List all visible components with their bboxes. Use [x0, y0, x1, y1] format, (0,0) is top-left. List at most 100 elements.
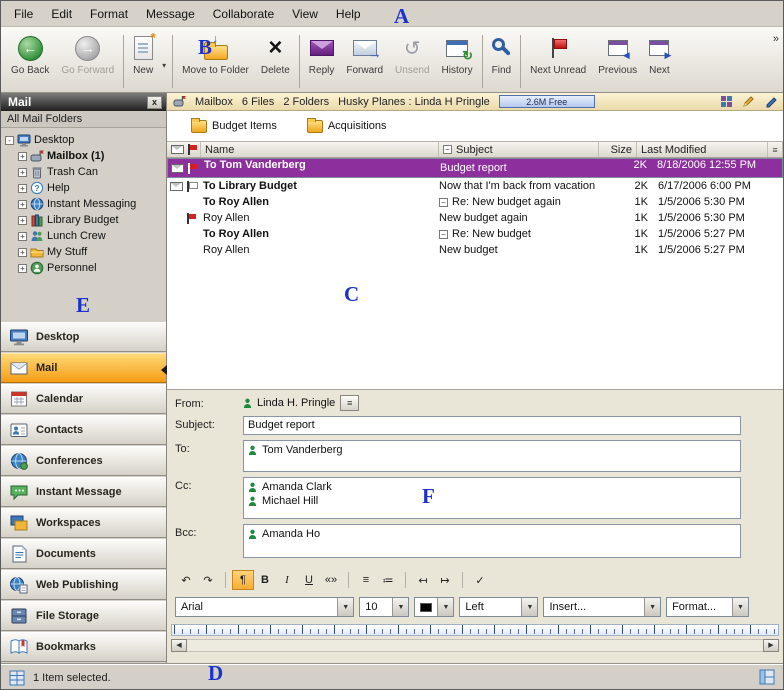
pencil-icon[interactable]	[742, 95, 755, 108]
column-header-size[interactable]: Size	[599, 142, 637, 157]
tree-expander[interactable]: +	[18, 264, 27, 273]
folder-budget-items[interactable]: Budget Items	[191, 120, 277, 133]
summary-view-icon[interactable]	[9, 670, 25, 686]
history-button[interactable]: History	[436, 31, 479, 78]
menu-message[interactable]: Message	[137, 4, 204, 24]
panel-layout-icon[interactable]	[759, 669, 775, 685]
sidebar-item-bookmarks[interactable]: Bookmarks	[1, 632, 166, 662]
underline-button[interactable]: U	[298, 570, 320, 590]
paragraph-button[interactable]: ¶	[232, 570, 254, 590]
menu-format[interactable]: Format	[81, 4, 137, 24]
insert-select[interactable]: Insert...	[543, 597, 661, 617]
tree-expander[interactable]: +	[18, 152, 27, 161]
tree-item-desktop[interactable]: - Desktop	[1, 132, 166, 148]
previous-button[interactable]: Previous	[592, 31, 643, 78]
to-field[interactable]: Tom Vanderberg	[243, 440, 741, 472]
tree-expander[interactable]: +	[18, 248, 27, 257]
thread-collapse-icon[interactable]: −	[439, 198, 448, 207]
cc-field[interactable]: Amanda Clark Michael Hill	[243, 477, 741, 519]
tree-expander[interactable]: +	[18, 184, 27, 193]
reply-button[interactable]: Reply	[303, 31, 341, 78]
bullet-list-button[interactable]: ≡	[355, 570, 377, 590]
sidebar-collapse-arrow[interactable]	[161, 365, 167, 375]
font-color-select[interactable]	[414, 597, 454, 617]
italic-button[interactable]: I	[276, 570, 298, 590]
sidebar-item-conferences[interactable]: Conferences	[1, 446, 166, 476]
header-icon-columns[interactable]	[167, 142, 201, 157]
pen-icon[interactable]	[764, 95, 777, 108]
sidebar-item-workspaces[interactable]: Workspaces	[1, 508, 166, 538]
quote-button[interactable]: «»	[320, 570, 342, 590]
move-to-folder-button[interactable]: Move to Folder	[176, 31, 255, 78]
alignment-select[interactable]: Left	[459, 597, 538, 617]
tree-item-my-stuff[interactable]: + My Stuff	[1, 244, 166, 260]
sidebar-item-file-storage[interactable]: File Storage	[1, 601, 166, 631]
tree-item-instant-messaging[interactable]: + Instant Messaging	[1, 196, 166, 212]
undo-button[interactable]: ↶	[175, 570, 197, 590]
scroll-right-icon[interactable]	[763, 639, 779, 652]
font-select[interactable]: Arial	[175, 597, 354, 617]
menu-help[interactable]: Help	[327, 4, 370, 24]
sidebar-item-web-publishing[interactable]: Web Publishing	[1, 570, 166, 600]
tree-item-lunch-crew[interactable]: + Lunch Crew	[1, 228, 166, 244]
menu-collaborate[interactable]: Collaborate	[204, 4, 283, 24]
redo-button[interactable]: ↷	[197, 570, 219, 590]
bcc-field[interactable]: Amanda Ho	[243, 524, 741, 558]
new-button[interactable]: New	[127, 31, 159, 78]
forward-button[interactable]: Forward	[340, 31, 389, 78]
go-back-button[interactable]: Go Back	[5, 31, 55, 78]
font-size-select[interactable]: 10	[359, 597, 409, 617]
tree-expander[interactable]: +	[18, 200, 27, 209]
address-book-button[interactable]: ≡	[340, 395, 359, 411]
menu-file[interactable]: File	[5, 4, 42, 24]
message-row[interactable]: To Library Budget Now that I'm back from…	[167, 178, 783, 194]
tree-expander[interactable]: +	[18, 168, 27, 177]
tree-item-trash-can[interactable]: + Trash Can	[1, 164, 166, 180]
message-row[interactable]: To Roy Allen −Re: New budget 1K 1/5/2006…	[167, 226, 783, 242]
next-unread-button[interactable]: Next Unread	[524, 31, 592, 78]
sidebar-item-calendar[interactable]: Calendar	[1, 384, 166, 414]
tree-item-library-budget[interactable]: + Library Budget	[1, 212, 166, 228]
column-header-name[interactable]: Name	[201, 142, 439, 157]
sidebar-item-documents[interactable]: Documents	[1, 539, 166, 569]
display-settings-icon[interactable]	[720, 95, 733, 108]
subject-field[interactable]: Budget report	[243, 416, 741, 435]
spellcheck-button[interactable]: ✓	[469, 570, 491, 590]
unsend-button[interactable]: Unsend	[389, 31, 435, 78]
new-dropdown-arrow[interactable]	[159, 61, 169, 70]
sidebar-item-desktop[interactable]: Desktop	[1, 322, 166, 352]
column-header-subject[interactable]: −Subject	[439, 142, 599, 157]
message-row-selected[interactable]: To Tom Vanderberg Budget report 2K 8/18/…	[167, 158, 783, 178]
toolbar-overflow-chevron[interactable]: »	[773, 33, 778, 45]
tree-expander[interactable]: -	[5, 136, 14, 145]
scroll-left-icon[interactable]	[171, 639, 187, 652]
column-menu-icon[interactable]: ≡	[768, 142, 783, 157]
thread-collapse-icon[interactable]: −	[439, 230, 448, 239]
column-header-last-modified[interactable]: Last Modified	[637, 142, 768, 157]
outdent-button[interactable]: ↤	[412, 570, 434, 590]
tree-item-help[interactable]: + ? Help	[1, 180, 166, 196]
format-select[interactable]: Format...	[666, 597, 749, 617]
tree-item-mailbox[interactable]: + Mailbox (1)	[1, 148, 166, 164]
delete-button[interactable]: Delete	[255, 31, 296, 78]
message-row[interactable]: Roy Allen New budget 1K 1/5/2006 5:27 PM	[167, 242, 783, 258]
tree-item-personnel[interactable]: + Personnel	[1, 260, 166, 276]
bold-button[interactable]: B	[254, 570, 276, 590]
tree-expander[interactable]: +	[18, 216, 27, 225]
sidebar-item-instant-message[interactable]: Instant Message	[1, 477, 166, 507]
numbered-list-button[interactable]: ≔	[377, 570, 399, 590]
menu-edit[interactable]: Edit	[42, 4, 81, 24]
sidebar-item-contacts[interactable]: Contacts	[1, 415, 166, 445]
message-row[interactable]: To Roy Allen −Re: New budget again 1K 1/…	[167, 194, 783, 210]
horizontal-scrollbar[interactable]	[171, 638, 779, 652]
next-button[interactable]: Next	[643, 31, 676, 78]
message-row[interactable]: Roy Allen New budget again 1K 1/5/2006 5…	[167, 210, 783, 226]
go-forward-button[interactable]: Go Forward	[55, 31, 120, 78]
collapse-all-icon[interactable]: −	[443, 145, 452, 154]
sidebar-item-mail[interactable]: Mail	[1, 353, 166, 383]
find-button[interactable]: Find	[486, 31, 517, 78]
tree-expander[interactable]: +	[18, 232, 27, 241]
scrollbar-track[interactable]	[187, 639, 763, 652]
panel-close-button[interactable]: x	[147, 96, 162, 109]
folder-acquisitions[interactable]: Acquisitions	[307, 120, 387, 133]
